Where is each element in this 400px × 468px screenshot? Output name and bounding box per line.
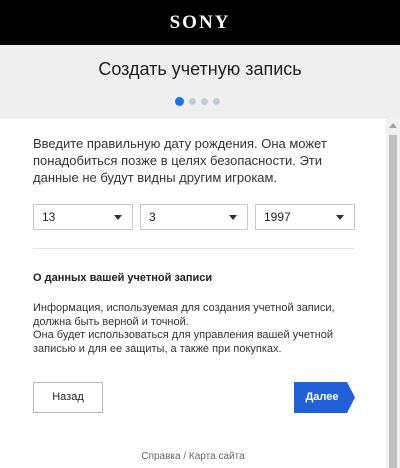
- birth-year-select[interactable]: 1997: [255, 204, 355, 230]
- account-info-text: Информация, используемая для создания уч…: [33, 302, 353, 356]
- birth-day-value: 13: [42, 210, 56, 224]
- help-link[interactable]: Справка: [141, 451, 180, 462]
- birth-day-select[interactable]: 13: [33, 204, 133, 230]
- next-button-label: Далее: [305, 391, 339, 403]
- account-info-line-2: Она будет использоваться для управления …: [33, 329, 334, 355]
- account-info-heading: О данных вашей учетной записи: [33, 272, 213, 284]
- scroll-up-arrow-icon[interactable]: [389, 123, 397, 128]
- dropdown-caret-icon: [229, 215, 237, 220]
- back-button[interactable]: Назад: [33, 382, 103, 413]
- footer-links: Справка / Карта сайта: [0, 451, 386, 462]
- scrollbar-thumb[interactable]: [389, 135, 397, 468]
- step-dot-2: [189, 97, 196, 105]
- dropdown-caret-icon: [336, 215, 344, 220]
- header-panel: Создать учетную запись: [0, 45, 400, 119]
- next-button[interactable]: Далее: [294, 382, 355, 413]
- birthdate-instructions: Введите правильную дату рождения. Она мо…: [33, 136, 327, 185]
- scrollbar[interactable]: [386, 119, 400, 468]
- footer-separator: /: [183, 451, 187, 462]
- sony-logo: SONY: [169, 12, 231, 33]
- account-info-line-1: Информация, используемая для создания уч…: [33, 302, 335, 328]
- step-dot-4: [213, 97, 220, 105]
- birth-year-value: 1997: [264, 210, 291, 224]
- birth-month-select[interactable]: 3: [140, 204, 248, 230]
- dropdown-caret-icon: [114, 215, 122, 220]
- step-dot-3: [201, 97, 208, 105]
- page-title: Создать учетную запись: [98, 59, 302, 79]
- sitemap-link[interactable]: Карта сайта: [189, 451, 245, 462]
- divider: [33, 248, 354, 249]
- birth-month-value: 3: [149, 210, 156, 224]
- step-dot-1-active: [175, 96, 184, 106]
- step-indicator: [175, 96, 225, 106]
